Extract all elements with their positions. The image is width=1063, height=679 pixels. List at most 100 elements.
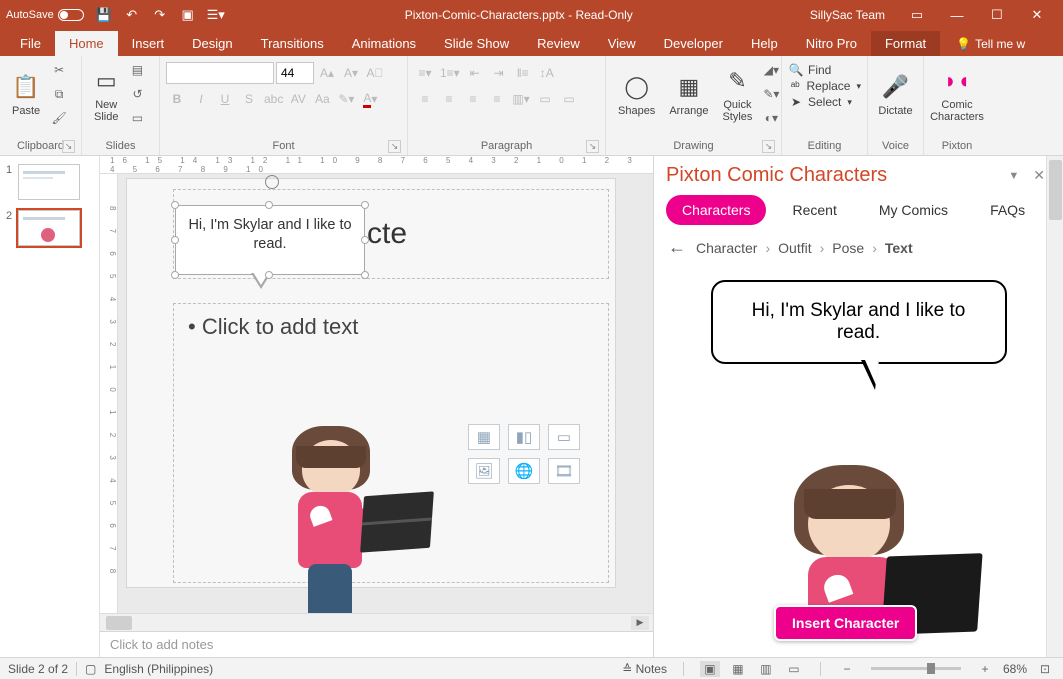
reset-icon[interactable]: ↺ <box>126 83 148 105</box>
vertical-ruler[interactable]: 8 7 6 5 4 3 2 1 0 1 2 3 4 5 6 7 8 <box>100 174 118 613</box>
redo-icon[interactable]: ↷ <box>148 3 172 27</box>
tab-view[interactable]: View <box>594 31 650 56</box>
tab-review[interactable]: Review <box>523 31 594 56</box>
pane-menu-icon[interactable]: ▼ <box>1000 170 1027 182</box>
resize-handle[interactable] <box>265 271 273 279</box>
ribbon-options-icon[interactable]: ▭ <box>897 1 937 29</box>
zoom-in-icon[interactable]: + <box>975 661 995 677</box>
tab-nitro[interactable]: Nitro Pro <box>792 31 871 56</box>
user-name[interactable]: SillySac Team <box>810 8 885 22</box>
align-left-icon[interactable]: ≡ <box>414 88 436 110</box>
arrange-button[interactable]: ▦Arrange <box>663 67 714 121</box>
underline-icon[interactable]: U <box>214 88 236 110</box>
horizontal-scrollbar[interactable]: ▶ <box>100 613 653 631</box>
crumb-outfit[interactable]: Outfit <box>778 240 811 256</box>
resize-handle[interactable] <box>171 201 179 209</box>
align-right-icon[interactable]: ≡ <box>462 88 484 110</box>
tab-slideshow[interactable]: Slide Show <box>430 31 523 56</box>
tell-me-search[interactable]: 💡 Tell me w <box>948 32 1033 56</box>
notes-pane[interactable]: Click to add notes <box>100 631 653 657</box>
select-button[interactable]: ➤Select▾ <box>788 94 861 110</box>
text-direction-icon[interactable]: ↕A <box>536 62 558 84</box>
zoom-slider[interactable] <box>871 667 961 670</box>
bullets-icon[interactable]: ≡▾ <box>414 62 436 84</box>
indent-inc-icon[interactable]: ⇥ <box>488 62 510 84</box>
launcher-icon[interactable]: ↘ <box>388 140 401 153</box>
columns-icon[interactable]: ▥▾ <box>510 88 532 110</box>
resize-handle[interactable] <box>265 201 273 209</box>
speech-bubble-selected[interactable]: Hi, I'm Skylar and I like to read. <box>175 205 365 275</box>
paste-button[interactable]: 📋 Paste <box>6 67 46 121</box>
slide-canvas[interactable]: Comic Characte • Click to add text ▦ ▮▯ … <box>126 178 616 588</box>
shrink-font-icon[interactable]: A▾ <box>340 62 362 84</box>
tab-file[interactable]: File <box>6 31 55 56</box>
slideshow-view-icon[interactable]: ▭ <box>784 661 804 677</box>
cut-icon[interactable]: ✂ <box>48 59 70 81</box>
tab-home[interactable]: Home <box>55 31 118 56</box>
notes-toggle[interactable]: ≙ Notes <box>622 662 667 676</box>
shapes-button[interactable]: ◯Shapes <box>612 67 661 121</box>
save-icon[interactable]: 💾 <box>92 3 116 27</box>
layout-icon[interactable]: ▤ <box>126 59 148 81</box>
insert-smartart-icon[interactable]: ▭ <box>548 424 580 450</box>
character-image[interactable] <box>262 424 412 613</box>
copy-icon[interactable]: ⧉ <box>48 83 70 105</box>
horizontal-ruler[interactable]: 16 15 14 13 12 11 10 9 8 7 6 5 4 3 2 1 0… <box>100 156 653 174</box>
back-icon[interactable]: ← <box>668 237 686 258</box>
comic-characters-button[interactable]: ◗◖Comic Characters <box>930 58 984 130</box>
case-icon[interactable]: Aa <box>311 88 333 110</box>
format-painter-icon[interactable]: 🖌 <box>48 107 70 129</box>
pixton-tab-mycomics[interactable]: My Comics <box>863 195 964 225</box>
crumb-text[interactable]: Text <box>885 240 913 256</box>
more-icon[interactable]: ☰▾ <box>204 3 228 27</box>
maximize-icon[interactable]: ☐ <box>977 1 1017 29</box>
fit-window-icon[interactable]: ⊡ <box>1035 661 1055 677</box>
font-size-select[interactable]: 44 <box>276 62 314 84</box>
thumbnail-2[interactable]: 2 <box>6 210 93 246</box>
align-center-icon[interactable]: ≡ <box>438 88 460 110</box>
crumb-character[interactable]: Character <box>696 240 757 256</box>
clear-format-icon[interactable]: A⃠ <box>364 62 386 84</box>
insert-chart-icon[interactable]: ▮▯ <box>508 424 540 450</box>
spellcheck-icon[interactable]: ▢ <box>85 662 96 676</box>
align-text-icon[interactable]: ▭ <box>534 88 556 110</box>
insert-table-icon[interactable]: ▦ <box>468 424 500 450</box>
rotate-handle[interactable] <box>265 175 279 189</box>
section-icon[interactable]: ▭ <box>126 107 148 129</box>
tab-developer[interactable]: Developer <box>650 31 737 56</box>
resize-handle[interactable] <box>171 236 179 244</box>
strike-icon[interactable]: abc <box>262 88 285 110</box>
autosave-toggle[interactable]: AutoSave <box>6 9 84 21</box>
smartart-icon[interactable]: ▭ <box>558 88 580 110</box>
resize-handle[interactable] <box>171 271 179 279</box>
shape-effects-icon[interactable]: ◐▾ <box>760 107 782 129</box>
tab-format[interactable]: Format <box>871 31 940 56</box>
shape-fill-icon[interactable]: ◢▾ <box>760 59 782 81</box>
bold-icon[interactable]: B <box>166 88 188 110</box>
shadow-icon[interactable]: S <box>238 88 260 110</box>
numbering-icon[interactable]: 1≡▾ <box>438 62 462 84</box>
grow-font-icon[interactable]: A▴ <box>316 62 338 84</box>
zoom-out-icon[interactable]: − <box>837 661 857 677</box>
line-spacing-icon[interactable]: ‖≡ <box>512 62 534 84</box>
slide-counter[interactable]: Slide 2 of 2 <box>8 662 68 676</box>
sorter-view-icon[interactable]: ▦ <box>728 661 748 677</box>
new-slide-button[interactable]: ▭ New Slide <box>88 61 124 127</box>
minimize-icon[interactable]: — <box>937 1 977 29</box>
find-button[interactable]: 🔍Find <box>788 62 861 78</box>
tab-animations[interactable]: Animations <box>338 31 430 56</box>
content-placeholder[interactable]: • Click to add text ▦ ▮▯ ▭ 🖼 🌐 🎞 <box>173 303 609 583</box>
shape-outline-icon[interactable]: ✎▾ <box>760 83 782 105</box>
tab-insert[interactable]: Insert <box>118 31 179 56</box>
quick-styles-button[interactable]: ✎Quick Styles <box>716 61 758 127</box>
highlight-icon[interactable]: ✎▾ <box>335 88 357 110</box>
indent-dec-icon[interactable]: ⇤ <box>464 62 486 84</box>
language-status[interactable]: English (Philippines) <box>104 662 213 676</box>
undo-icon[interactable]: ↶ <box>120 3 144 27</box>
reading-view-icon[interactable]: ▥ <box>756 661 776 677</box>
tab-design[interactable]: Design <box>178 31 246 56</box>
insert-video-icon[interactable]: 🎞 <box>548 458 580 484</box>
italic-icon[interactable]: I <box>190 88 212 110</box>
resize-handle[interactable] <box>361 271 369 279</box>
pixton-tab-faqs[interactable]: FAQs <box>974 195 1041 225</box>
